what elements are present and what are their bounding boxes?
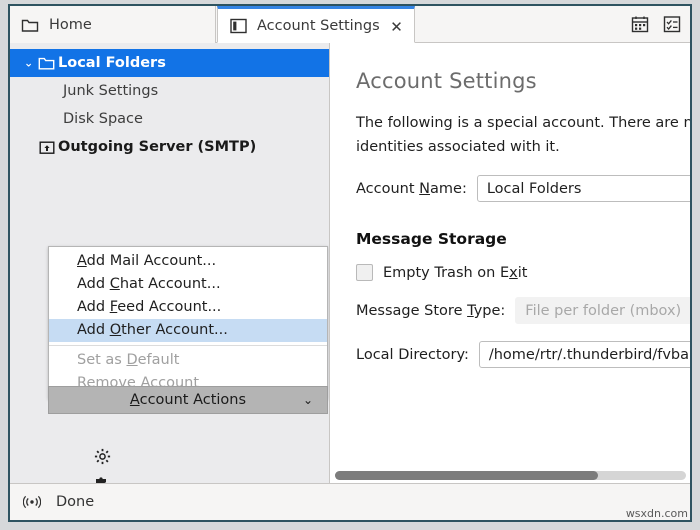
menu-item-text-post: hat Account...: [119, 276, 221, 292]
sidebar-item-local-folders[interactable]: ⌄ Local Folders: [10, 49, 329, 77]
label-pre: Account: [356, 180, 420, 197]
account-actions-button[interactable]: Account Actions ⌄: [48, 386, 328, 414]
account-actions-label: ccount Actions: [139, 392, 247, 408]
label-accel: x: [509, 264, 518, 281]
accounts-sidebar: ⌄ Local Folders Junk Settings Disk Space…: [10, 43, 330, 483]
label-post: ame:: [430, 180, 467, 197]
tab-bar: Home Account Settings ✕: [10, 6, 690, 43]
menu-item-text-post: ther Account...: [121, 322, 228, 338]
account-actions-menu: Add Mail Account... Add Chat Account... …: [48, 246, 328, 399]
menu-item-text-pre: Add: [77, 276, 110, 292]
chevron-down-icon[interactable]: ⌄: [24, 58, 33, 69]
menu-item-text-pre: Add: [77, 299, 110, 315]
account-description: The following is a special account. Ther…: [356, 115, 690, 155]
sidebar-item-outgoing-server[interactable]: Outgoing Server (SMTP): [10, 133, 329, 161]
message-store-type-label: Message Store Type:: [356, 303, 505, 319]
menu-item-set-as-default: Set as Default: [49, 349, 327, 372]
message-store-type-value: File per folder (mbox): [525, 302, 682, 319]
message-store-type-row: Message Store Type: File per folder (mbo…: [356, 297, 690, 324]
folder-icon: [20, 15, 40, 35]
label-pre: Message Store: [356, 302, 468, 319]
horizontal-scrollbar[interactable]: [335, 471, 686, 480]
chevron-down-icon: ⌄: [302, 393, 313, 407]
tab-home[interactable]: Home: [10, 6, 216, 43]
menu-item-text-post: dd Mail Account...: [86, 253, 217, 269]
menu-item-add-chat-account[interactable]: Add Chat Account...: [49, 273, 327, 296]
sidebar-item-label: Disk Space: [63, 111, 143, 127]
menu-item-text-pre: Add: [77, 322, 110, 338]
sidebar-item-label: Junk Settings: [63, 83, 159, 99]
watermark: wsxdn.com: [625, 507, 688, 520]
menu-item-accel: O: [109, 322, 122, 338]
empty-trash-label: Empty Trash on Exit: [383, 265, 527, 281]
sidebar-item-junk-settings[interactable]: Junk Settings: [10, 77, 329, 105]
menu-item-accel: D: [126, 352, 138, 368]
menu-separator: [49, 345, 327, 346]
message-store-type-select: File per folder (mbox) ⌄: [515, 297, 690, 324]
sidebar-item-disk-space[interactable]: Disk Space: [10, 105, 329, 133]
status-bar: Done wsxdn.com: [10, 483, 690, 520]
account-name-input[interactable]: Local Folders: [476, 175, 690, 202]
message-storage-heading: Message Storage: [356, 230, 507, 248]
page-title: Account Settings: [356, 69, 537, 93]
tab-home-label: Home: [49, 16, 92, 33]
local-directory-label: Local Directory:: [356, 346, 469, 363]
account-name-row: Account Name: Local Folders: [356, 175, 690, 202]
scrollbar-thumb[interactable]: [335, 471, 599, 480]
label-post: it: [517, 264, 528, 281]
panel-layout-icon: [228, 16, 248, 36]
menu-item-text-post: eed Account...: [117, 299, 222, 315]
label-accel: T: [467, 302, 474, 319]
menu-item-text-pre: Set as: [77, 352, 127, 368]
menu-item-add-other-account[interactable]: Add Other Account...: [49, 319, 327, 342]
empty-trash-checkbox[interactable]: [356, 264, 373, 281]
sidebar-item-label: Local Folders: [58, 55, 166, 71]
calendar-icon[interactable]: [628, 12, 652, 36]
tab-account-settings[interactable]: Account Settings ✕: [217, 6, 415, 43]
broadcast-icon: [22, 492, 42, 512]
thunderbird-window: Home Account Settings ✕ ⌄ Local Folders …: [8, 4, 692, 522]
folder-icon: [38, 55, 55, 72]
menu-item-accel: A: [77, 253, 87, 269]
gear-icon[interactable]: [90, 443, 114, 469]
local-directory-row: Local Directory: /home/rtr/.thunderbird/…: [356, 340, 690, 369]
sidebar-tools: [90, 443, 114, 483]
menu-item-add-mail-account[interactable]: Add Mail Account...: [49, 250, 327, 273]
menu-item-add-feed-account[interactable]: Add Feed Account...: [49, 296, 327, 319]
account-name-label: Account Name:: [356, 181, 467, 197]
menu-item-accel: C: [109, 276, 120, 292]
toolbar-icons: [628, 12, 684, 36]
menu-item-text-post: efault: [137, 352, 180, 368]
addons-puzzle-icon[interactable]: [90, 469, 114, 483]
close-icon[interactable]: ✕: [387, 18, 406, 37]
empty-trash-row: Empty Trash on Exit: [356, 264, 690, 281]
status-text: Done: [56, 494, 95, 510]
sidebar-item-label: Outgoing Server (SMTP): [58, 139, 257, 155]
label-accel: N: [419, 180, 431, 197]
tasks-icon[interactable]: [660, 12, 684, 36]
local-directory-input[interactable]: /home/rtr/.thunderbird/fvbah: [478, 341, 690, 368]
account-actions-accel: A: [129, 392, 140, 408]
account-settings-pane: Account Settings The following is a spec…: [331, 43, 690, 483]
label-post: ype:: [473, 302, 506, 319]
outgoing-server-icon: [38, 139, 55, 156]
label-pre: Empty Trash on E: [383, 264, 510, 281]
tab-account-settings-label: Account Settings: [257, 17, 380, 34]
